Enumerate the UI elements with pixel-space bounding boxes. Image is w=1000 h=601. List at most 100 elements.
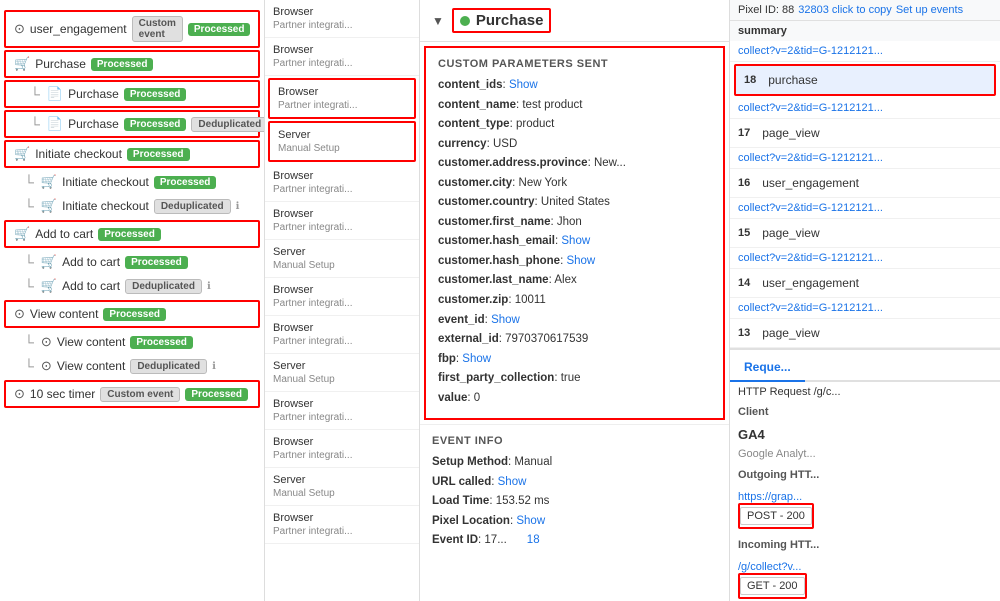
mid-row-10[interactable]: Server Manual Setup <box>265 354 419 392</box>
event-row-initiate-checkout-child1[interactable]: └ 🛒 Initiate checkout Processed <box>0 170 264 194</box>
event-row-purchase-child1[interactable]: └ 📄 Purchase Processed <box>4 80 260 108</box>
mid-row-2[interactable]: Browser Partner integrati... <box>265 38 419 76</box>
client-section-label: Client <box>730 400 1000 424</box>
add-to-cart-badge: Processed <box>98 228 161 241</box>
purchase-child2-name: Purchase <box>68 117 119 131</box>
mid-row-6[interactable]: Browser Partner integrati... <box>265 202 419 240</box>
net-url-5[interactable]: collect?v=2&tid=G-1212121... <box>738 252 992 264</box>
mid-row-3[interactable]: Browser Partner integrati... <box>268 78 416 119</box>
event-row-view-content-child2[interactable]: └ ⊙ View content Deduplicated ℹ <box>0 354 264 378</box>
get-method-badge-box: GET - 200 <box>738 573 807 599</box>
net-url-2[interactable]: collect?v=2&tid=G-1212121... <box>738 102 992 114</box>
vc-child2-icon: ⊙ <box>41 358 52 374</box>
param-customer-first-name: customer.first_name: Jhon <box>438 213 711 233</box>
10sec-timer-icon: ⊙ <box>14 386 25 402</box>
event-info-title: EVENT INFO <box>432 435 717 447</box>
event-row-add-to-cart-child2[interactable]: └ 🛒 Add to cart Deduplicated ℹ <box>0 274 264 298</box>
post-method-badge: POST - 200 <box>740 507 812 525</box>
param-customer-country: customer.country: United States <box>438 193 711 213</box>
event-info-load-time: Load Time: 153.52 ms <box>432 492 717 512</box>
client-sub-row: Google Analyt... <box>730 445 1000 463</box>
net-event-page-view-13: page_view <box>756 323 825 343</box>
event-row-add-to-cart[interactable]: 🛒 Add to cart Processed <box>4 220 260 248</box>
client-sub: Google Analyt... <box>738 448 816 460</box>
view-content-badge: Processed <box>103 308 166 321</box>
net-number-17: 17 <box>738 127 750 139</box>
event-row-purchase[interactable]: 🛒 Purchase Processed <box>4 50 260 78</box>
10sec-timer-name: 10 sec timer <box>30 387 95 401</box>
event-group-initiate-checkout: 🛒 Initiate checkout Processed └ 🛒 Initia… <box>0 140 264 218</box>
network-entry-page-view-13[interactable]: 13 page_view <box>730 319 1000 348</box>
event-group-purchase: 🛒 Purchase Processed └ 📄 Purchase Proces… <box>0 50 264 138</box>
purchase-child1-badge: Processed <box>124 88 187 101</box>
pixel-id-number[interactable]: 32803 click to copy <box>798 4 892 16</box>
network-entry-5[interactable]: collect?v=2&tid=G-1212121... <box>730 248 1000 269</box>
net-url-6[interactable]: collect?v=2&tid=G-1212121... <box>738 302 992 314</box>
custom-params-section: CUSTOM PARAMETERS SENT content_ids: Show… <box>424 46 725 420</box>
network-entry-page-view-17[interactable]: 17 page_view <box>730 119 1000 148</box>
event-row-purchase-child2[interactable]: └ 📄 Purchase Processed Deduplicated ℹ <box>4 110 260 138</box>
middle-type-panel: Browser Partner integrati... Browser Par… <box>265 0 420 601</box>
network-entry-3[interactable]: collect?v=2&tid=G-1212121... <box>730 148 1000 169</box>
purchase-event-header: ▼ Purchase <box>420 0 729 42</box>
network-entry-page-view-15[interactable]: 15 page_view <box>730 219 1000 248</box>
mid-sub-6: Partner integrati... <box>273 222 411 233</box>
network-entry-1[interactable]: collect?v=2&tid=G-1212121... <box>730 41 1000 62</box>
10sec-timer-status-badge: Processed <box>185 388 248 401</box>
param-customer-hash-phone: customer.hash_phone: Show <box>438 252 711 272</box>
purchase-child1-icon: 📄 <box>47 86 63 102</box>
mid-sub-7: Manual Setup <box>273 260 411 271</box>
event-row-user-engagement[interactable]: ⊙ user_engagement Custom event Processed <box>4 10 260 48</box>
mid-row-5[interactable]: Browser Partner integrati... <box>265 164 419 202</box>
param-customer-address-province: customer.address.province: New... <box>438 154 711 174</box>
event-row-view-content-child1[interactable]: └ ⊙ View content Processed <box>0 330 264 354</box>
mid-row-1[interactable]: Browser Partner integrati... <box>265 0 419 38</box>
network-entry-user-engagement-16[interactable]: 16 user_engagement <box>730 169 1000 198</box>
tree-line8: └ <box>24 358 34 374</box>
event-row-10sec-timer[interactable]: ⊙ 10 sec timer Custom event Processed <box>4 380 260 408</box>
net-event-purchase: purchase <box>762 70 823 90</box>
event-row-initiate-checkout[interactable]: 🛒 Initiate checkout Processed <box>4 140 260 168</box>
event-row-add-to-cart-child1[interactable]: └ 🛒 Add to cart Processed <box>0 250 264 274</box>
net-url-4[interactable]: collect?v=2&tid=G-1212121... <box>738 202 992 214</box>
param-content-ids: content_ids: Show <box>438 76 711 96</box>
get-method-badge: GET - 200 <box>740 577 805 595</box>
network-list: summary collect?v=2&tid=G-1212121... 18 … <box>730 21 1000 348</box>
event-row-view-content[interactable]: ⊙ View content Processed <box>4 300 260 328</box>
mid-row-13[interactable]: Server Manual Setup <box>265 468 419 506</box>
mid-row-14[interactable]: Browser Partner integrati... <box>265 506 419 544</box>
tree-line3: └ <box>24 174 34 190</box>
net-url-1[interactable]: collect?v=2&tid=G-1212121... <box>738 45 992 57</box>
mid-type-10: Server <box>273 360 411 372</box>
network-entry-6[interactable]: collect?v=2&tid=G-1212121... <box>730 298 1000 319</box>
dedup-icon3: ℹ <box>207 281 211 292</box>
dedup-icon2: ℹ <box>236 201 240 212</box>
mid-row-4[interactable]: Server Manual Setup <box>268 121 416 162</box>
mid-row-9[interactable]: Browser Partner integrati... <box>265 316 419 354</box>
tab-request[interactable]: Reque... <box>730 354 805 382</box>
mid-row-11[interactable]: Browser Partner integrati... <box>265 392 419 430</box>
add-to-cart-icon: 🛒 <box>14 226 30 242</box>
ic-child2-icon: 🛒 <box>41 198 57 214</box>
network-entry-4[interactable]: collect?v=2&tid=G-1212121... <box>730 198 1000 219</box>
incoming-url[interactable]: /g/collect?v... <box>738 561 992 573</box>
mid-type-12: Browser <box>273 436 411 448</box>
ic-child1-icon: 🛒 <box>41 174 57 190</box>
mid-row-7[interactable]: Server Manual Setup <box>265 240 419 278</box>
net-event-user-engagement-14: user_engagement <box>756 273 865 293</box>
purchase-child2-dedup: Deduplicated <box>191 117 265 132</box>
network-entry-2[interactable]: collect?v=2&tid=G-1212121... <box>730 98 1000 119</box>
atc-child2-icon: 🛒 <box>41 278 57 294</box>
collapse-arrow[interactable]: ▼ <box>432 14 444 28</box>
left-events-panel: ⊙ user_engagement Custom event Processed… <box>0 0 265 601</box>
mid-row-12[interactable]: Browser Partner integrati... <box>265 430 419 468</box>
net-url-3[interactable]: collect?v=2&tid=G-1212121... <box>738 152 992 164</box>
network-entry-purchase[interactable]: 18 purchase <box>734 64 996 96</box>
purchase-name: Purchase <box>35 57 86 71</box>
mid-row-8[interactable]: Browser Partner integrati... <box>265 278 419 316</box>
network-entry-user-engagement-14[interactable]: 14 user_engagement <box>730 269 1000 298</box>
setup-events-link[interactable]: Set up events <box>896 4 963 16</box>
outgoing-url[interactable]: https://grap... <box>738 491 992 503</box>
event-row-initiate-checkout-child2[interactable]: └ 🛒 Initiate checkout Deduplicated ℹ <box>0 194 264 218</box>
event-info-setup-method: Setup Method: Manual <box>432 453 717 473</box>
